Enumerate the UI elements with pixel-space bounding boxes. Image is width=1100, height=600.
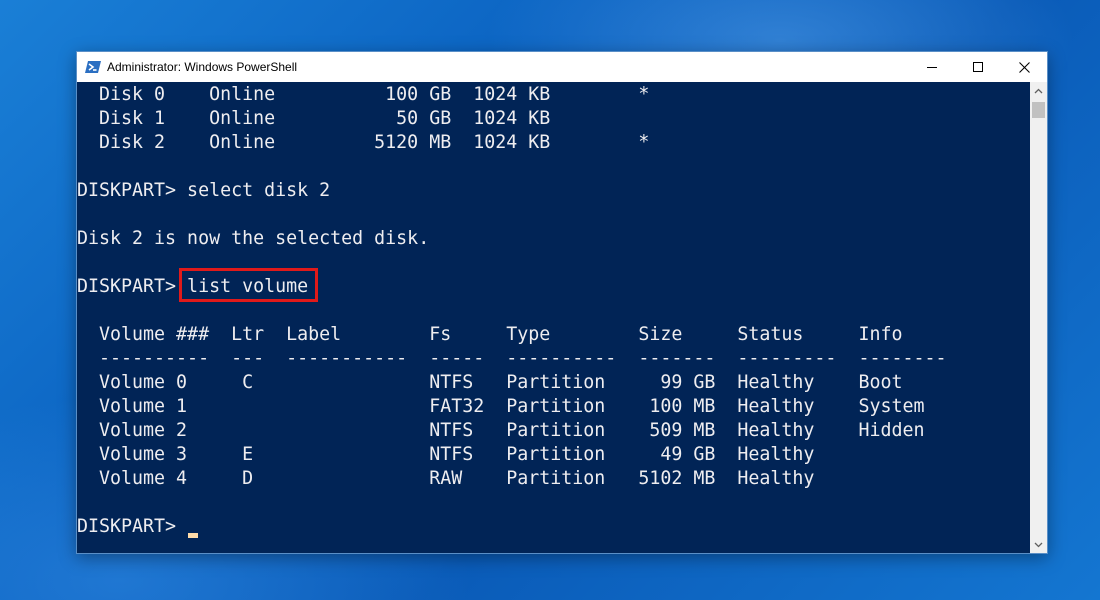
console-line: DISKPART> bbox=[77, 516, 188, 537]
scroll-thumb[interactable] bbox=[1032, 102, 1045, 118]
maximize-icon bbox=[973, 62, 983, 72]
console-output[interactable]: Disk 0 Online 100 GB 1024 KB * Disk 1 On… bbox=[77, 82, 1030, 553]
chevron-down-icon bbox=[1034, 542, 1043, 547]
window-title: Administrator: Windows PowerShell bbox=[107, 60, 298, 74]
console-line: DISKPART> select disk 2 bbox=[77, 180, 331, 201]
scroll-up-button[interactable] bbox=[1030, 82, 1047, 99]
scroll-down-button[interactable] bbox=[1030, 536, 1047, 553]
console-line: Disk 1 Online 50 GB 1024 KB bbox=[77, 108, 551, 129]
console-line: ---------- --- ----------- ----- -------… bbox=[77, 348, 947, 369]
console-line: Volume 1 FAT32 Partition 100 MB Healthy … bbox=[77, 396, 925, 417]
close-icon bbox=[1018, 61, 1030, 73]
minimize-button[interactable] bbox=[909, 52, 955, 82]
console-line: Volume ### Ltr Label Fs Type Size Status… bbox=[77, 324, 903, 345]
powershell-window[interactable]: Administrator: Windows PowerShell Disk 0… bbox=[76, 51, 1048, 554]
console-line: Volume 3 E NTFS Partition 49 GB Healthy bbox=[77, 444, 815, 465]
console-line: Volume 0 C NTFS Partition 99 GB Healthy … bbox=[77, 372, 903, 393]
console-line: Volume 2 NTFS Partition 509 MB Healthy H… bbox=[77, 420, 925, 441]
console-line: Disk 2 is now the selected disk. bbox=[77, 228, 430, 249]
command-highlight-box bbox=[179, 268, 318, 302]
text-cursor bbox=[188, 533, 198, 538]
close-button[interactable] bbox=[1001, 52, 1047, 82]
powershell-icon bbox=[85, 61, 101, 73]
title-bar[interactable]: Administrator: Windows PowerShell bbox=[77, 52, 1047, 82]
console-line: Disk 2 Online 5120 MB 1024 KB * bbox=[77, 132, 650, 153]
minimize-icon bbox=[927, 67, 937, 68]
chevron-up-icon bbox=[1034, 88, 1043, 93]
maximize-button[interactable] bbox=[955, 52, 1001, 82]
console-line: Disk 0 Online 100 GB 1024 KB * bbox=[77, 84, 650, 105]
vertical-scrollbar[interactable] bbox=[1030, 82, 1047, 553]
console-line: Volume 4 D RAW Partition 5102 MB Healthy bbox=[77, 468, 815, 489]
